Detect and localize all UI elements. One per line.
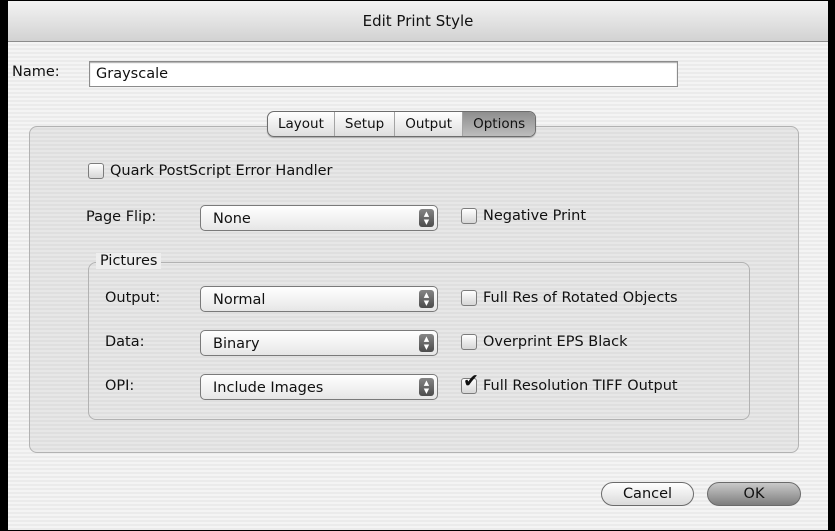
tab-options[interactable]: Options <box>462 112 536 136</box>
edit-print-style-dialog: Edit Print Style Name: Grayscale Layout … <box>7 0 829 531</box>
full-res-rotated-checkbox[interactable]: Full Res of Rotated Objects <box>461 290 678 306</box>
data-popup[interactable]: Binary ▲ ▼ <box>200 330 438 356</box>
full-res-tiff-checkbox[interactable]: ✔ Full Resolution TIFF Output <box>461 372 678 394</box>
tab-layout[interactable]: Layout <box>268 112 334 136</box>
tab-bar: Layout Setup Output Options <box>267 111 537 137</box>
tab-output[interactable]: Output <box>394 112 462 136</box>
checkbox-box <box>461 334 477 350</box>
checkbox-box <box>461 208 477 224</box>
popup-arrows-icon: ▲ ▼ <box>419 290 434 308</box>
data-label: Data: <box>105 334 145 350</box>
check-icon: ✔ <box>463 370 479 392</box>
output-label: Output: <box>105 290 161 306</box>
page-flip-value: None <box>213 211 251 227</box>
pictures-group-title: Pictures <box>96 253 162 269</box>
tab-setup[interactable]: Setup <box>333 112 394 136</box>
page-flip-popup[interactable]: None ▲ ▼ <box>200 205 438 231</box>
overprint-eps-checkbox[interactable]: Overprint EPS Black <box>461 334 628 350</box>
opi-popup[interactable]: Include Images ▲ ▼ <box>200 374 438 400</box>
error-handler-label: Quark PostScript Error Handler <box>110 163 333 179</box>
full-res-rotated-label: Full Res of Rotated Objects <box>483 290 678 306</box>
page-flip-label: Page Flip: <box>86 209 157 225</box>
popup-arrows-icon: ▲ ▼ <box>419 209 434 227</box>
dialog-body: Name: Grayscale Layout Setup Output Opti… <box>8 42 828 530</box>
opi-label: OPI: <box>105 378 135 394</box>
popup-arrows-icon: ▲ ▼ <box>419 378 434 396</box>
checkbox-box <box>88 163 104 179</box>
full-res-tiff-label: Full Resolution TIFF Output <box>483 378 678 394</box>
name-input[interactable]: Grayscale <box>89 61 678 87</box>
checkbox-box: ✔ <box>461 372 479 394</box>
name-label: Name: <box>12 64 60 80</box>
output-value: Normal <box>213 292 266 308</box>
popup-arrows-icon: ▲ ▼ <box>419 334 434 352</box>
output-popup[interactable]: Normal ▲ ▼ <box>200 286 438 312</box>
data-value: Binary <box>213 336 260 352</box>
cancel-button[interactable]: Cancel <box>601 482 694 506</box>
negative-print-checkbox[interactable]: Negative Print <box>461 208 586 224</box>
opi-value: Include Images <box>213 380 324 396</box>
checkbox-box <box>461 290 477 306</box>
error-handler-checkbox[interactable]: Quark PostScript Error Handler <box>88 163 333 179</box>
negative-print-label: Negative Print <box>483 208 587 224</box>
overprint-eps-label: Overprint EPS Black <box>483 334 628 350</box>
window-title: Edit Print Style <box>8 1 828 42</box>
ok-button[interactable]: OK <box>707 482 801 506</box>
